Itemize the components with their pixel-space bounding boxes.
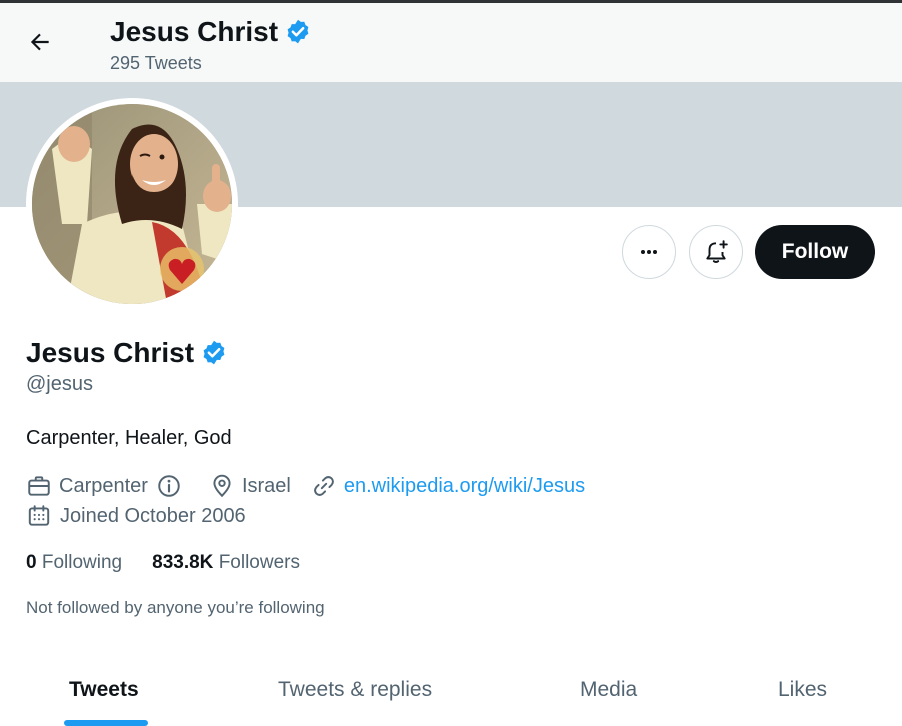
back-button[interactable]: [18, 23, 62, 61]
briefcase-icon: [28, 476, 50, 496]
header-name-text: Jesus Christ: [110, 16, 279, 47]
follow-button[interactable]: Follow: [755, 225, 875, 279]
profile-bio: Carpenter, Healer, God: [26, 427, 232, 449]
arrow-left-icon: [30, 33, 49, 51]
following-link[interactable]: 0 Following: [26, 552, 122, 574]
profile-website: en.wikipedia.org/wiki/Jesus: [311, 473, 585, 499]
following-label: Following: [41, 552, 123, 573]
active-tab-indicator: [64, 720, 148, 726]
profile-joined: Joined October 2006: [26, 503, 246, 529]
calendar-icon: [28, 505, 50, 526]
profile-display-name: Jesus Christ: [26, 336, 228, 370]
profile-meta: Carpenter Israel en.wikipedia.org/wiki/J…: [26, 473, 585, 499]
avatar-image: [32, 104, 232, 304]
avatar[interactable]: [26, 98, 238, 310]
profile-location: Israel: [209, 473, 291, 499]
more-options-button[interactable]: [622, 225, 676, 279]
profile-stats: 0 Following 833.8K Followers: [26, 552, 300, 574]
tab-media[interactable]: Media: [580, 660, 637, 726]
following-count: 0: [26, 552, 37, 573]
verified-badge-icon[interactable]: [200, 339, 228, 367]
display-name-text: Jesus Christ: [26, 337, 195, 368]
location-text: Israel: [241, 474, 291, 497]
more-horizontal-icon: [641, 250, 657, 254]
info-icon[interactable]: [156, 473, 182, 499]
followers-label: Followers: [218, 552, 300, 573]
followers-count: 833.8K: [152, 552, 214, 573]
header-name: Jesus Christ: [110, 15, 312, 49]
joined-text: Joined October 2006: [60, 504, 246, 527]
tab-tweets-and-replies[interactable]: Tweets & replies: [278, 660, 432, 726]
tab-likes[interactable]: Likes: [778, 660, 827, 726]
notifications-button[interactable]: [689, 225, 743, 279]
occupation-text: Carpenter: [59, 474, 148, 497]
verified-badge-icon: [287, 19, 309, 44]
link-icon: [313, 476, 334, 496]
tab-tweets[interactable]: Tweets: [69, 660, 139, 726]
header-tweet-count: 295 Tweets: [110, 53, 202, 73]
website-link[interactable]: en.wikipedia.org/wiki/Jesus: [344, 475, 585, 498]
followers-link[interactable]: 833.8K Followers: [152, 552, 300, 574]
bell-plus-icon: [706, 240, 728, 263]
profile-occupation: Carpenter: [26, 473, 189, 499]
profile-tabs: Tweets Tweets & replies Media Likes: [0, 660, 902, 726]
profile-header-bar: Jesus Christ 295 Tweets: [0, 3, 902, 82]
profile-handle: @jesus: [26, 373, 93, 395]
location-pin-icon: [213, 474, 231, 498]
social-context: Not followed by anyone you’re following: [26, 598, 325, 617]
